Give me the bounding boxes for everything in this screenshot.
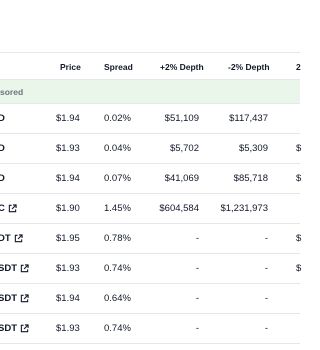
- depth-plus-value: -: [195, 263, 199, 274]
- depth-minus-value: -: [264, 293, 268, 304]
- depth-minus-value: $1,231,973: [220, 203, 268, 214]
- header-spread[interactable]: Spread: [104, 53, 133, 81]
- table-row[interactable]: SDT $1.94 0.64% - -: [0, 284, 300, 314]
- depth-plus-value: $604,584: [159, 203, 199, 214]
- price-value: $1.94: [56, 173, 80, 184]
- pair-name[interactable]: SDT: [0, 314, 29, 343]
- pair-name[interactable]: SDT: [0, 284, 29, 313]
- depth-minus-value: -: [264, 263, 268, 274]
- table-row[interactable]: SDT $1.93 0.74% - - $: [0, 254, 302, 284]
- table-row[interactable]: SDT $1.93 0.74% - -: [0, 314, 300, 344]
- table-row[interactable]: D $1.94 0.07% $41,069 $85,718 $: [0, 164, 302, 194]
- depth-plus-value: -: [195, 233, 199, 244]
- price-value: $1.94: [56, 113, 80, 124]
- price-value: $1.90: [56, 203, 80, 214]
- header-cut-column[interactable]: 2: [296, 53, 301, 81]
- spread-value: 0.07%: [104, 173, 131, 184]
- pair-label[interactable]: SDT: [0, 284, 17, 313]
- header-depth-plus[interactable]: +2% Depth: [160, 53, 204, 81]
- sponsored-section-header: sored: [0, 80, 300, 104]
- depth-minus-value: $5,309: [238, 143, 268, 154]
- depth-plus-value: $41,069: [164, 173, 199, 184]
- cut-column-value: $: [296, 263, 302, 274]
- table-row[interactable]: D $1.93 0.04% $5,702 $5,309 $: [0, 134, 302, 164]
- pair-name[interactable]: SDT: [0, 254, 29, 283]
- spread-value: 0.04%: [104, 143, 131, 154]
- price-value: $1.93: [56, 143, 80, 154]
- depth-minus-value: -: [264, 233, 268, 244]
- pair-label[interactable]: SDT: [0, 254, 17, 283]
- pair-label[interactable]: DT: [0, 224, 11, 253]
- table-header: Price Spread +2% Depth -2% Depth 2: [0, 52, 301, 81]
- depth-minus-value: $85,718: [233, 173, 268, 184]
- pair-label[interactable]: SDT: [0, 314, 17, 343]
- pair-label[interactable]: D: [0, 164, 5, 193]
- price-value: $1.93: [56, 263, 80, 274]
- external-link-icon[interactable]: [20, 264, 29, 273]
- pair-name[interactable]: D: [0, 104, 5, 133]
- cut-column-value: $: [296, 173, 302, 184]
- header-price[interactable]: Price: [60, 53, 81, 81]
- table-row[interactable]: D $1.94 0.02% $51,109 $117,437: [0, 104, 300, 134]
- depth-plus-value: -: [195, 293, 199, 304]
- pair-label[interactable]: D: [0, 104, 5, 133]
- depth-plus-value: $5,702: [169, 143, 199, 154]
- pair-name[interactable]: C: [0, 194, 17, 223]
- depth-minus-value: -: [264, 323, 268, 334]
- external-link-icon[interactable]: [14, 234, 23, 243]
- external-link-icon[interactable]: [20, 324, 29, 333]
- markets-table: Price Spread +2% Depth -2% Depth 2 sored…: [0, 0, 302, 350]
- depth-plus-value: $51,109: [164, 113, 199, 124]
- table-row[interactable]: C $1.90 1.45% $604,584 $1,231,973: [0, 194, 300, 224]
- price-value: $1.93: [56, 323, 80, 334]
- price-value: $1.94: [56, 293, 80, 304]
- spread-value: 0.74%: [104, 323, 131, 334]
- pair-name[interactable]: D: [0, 134, 5, 163]
- price-value: $1.95: [56, 233, 80, 244]
- spread-value: 0.74%: [104, 263, 131, 274]
- spread-value: 0.64%: [104, 293, 131, 304]
- spread-value: 0.78%: [104, 233, 131, 244]
- spread-value: 0.02%: [104, 113, 131, 124]
- pair-label[interactable]: C: [0, 194, 5, 223]
- table-row[interactable]: DT $1.95 0.78% - - $: [0, 224, 302, 254]
- header-depth-minus[interactable]: -2% Depth: [228, 53, 270, 81]
- depth-minus-value: $117,437: [229, 113, 268, 124]
- external-link-icon[interactable]: [20, 294, 29, 303]
- pair-name[interactable]: D: [0, 164, 5, 193]
- spread-value: 1.45%: [104, 203, 131, 214]
- external-link-icon[interactable]: [8, 204, 17, 213]
- cut-column-value: $: [296, 233, 302, 244]
- depth-plus-value: -: [195, 323, 199, 334]
- pair-name[interactable]: DT: [0, 224, 23, 253]
- pair-label[interactable]: D: [0, 134, 5, 163]
- sponsored-label: sored: [0, 87, 24, 97]
- cut-column-value: $: [296, 143, 302, 154]
